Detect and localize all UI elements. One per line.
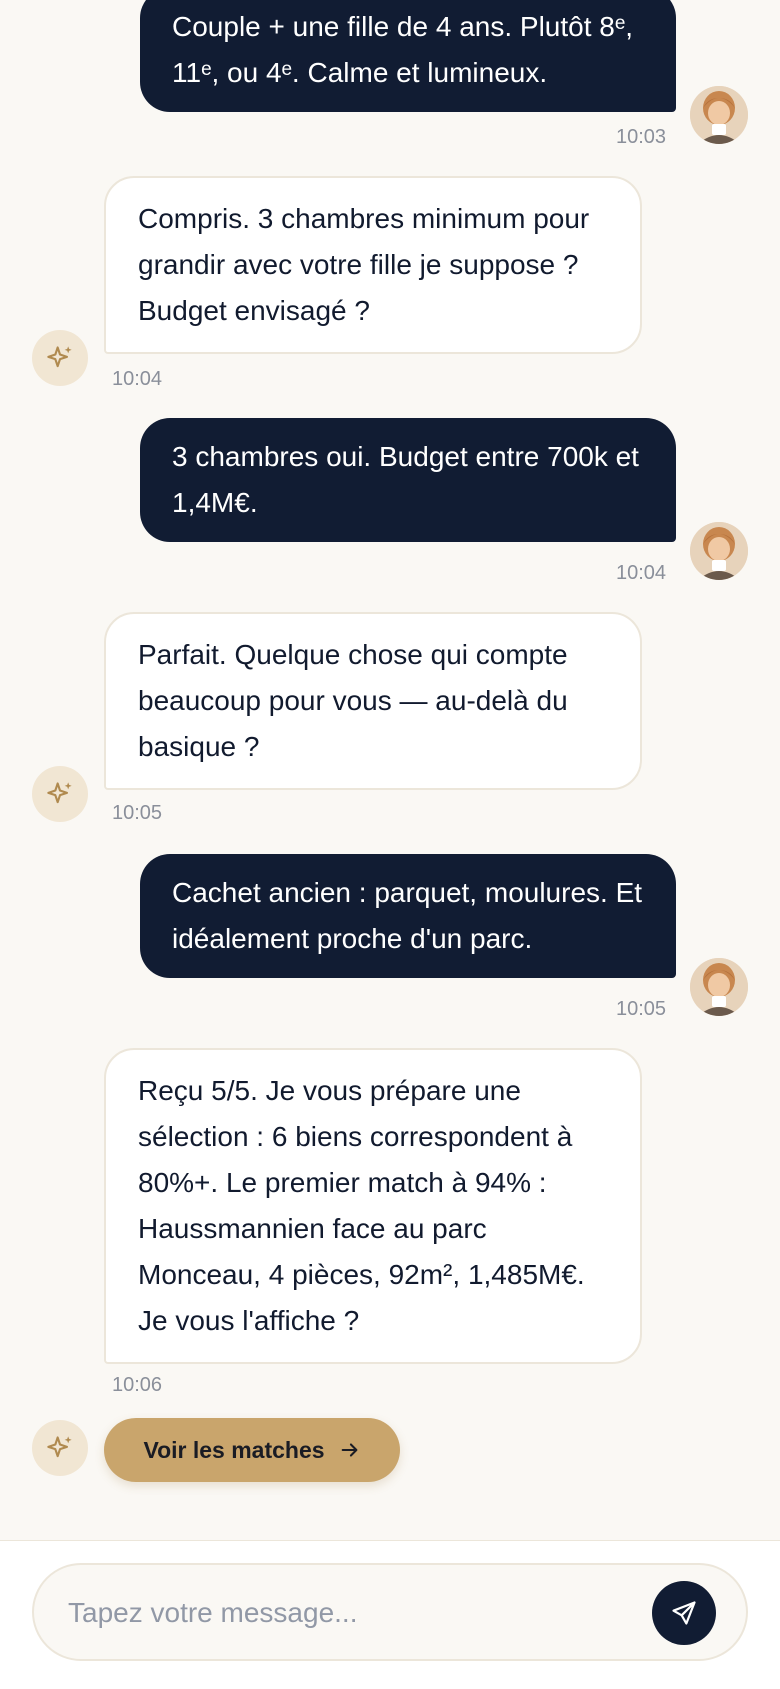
message-timestamp: 10:05	[616, 998, 667, 1020]
message-timestamp: 10:04	[616, 562, 667, 584]
assistant-avatar	[32, 1420, 88, 1476]
user-avatar	[690, 522, 748, 580]
message-timestamp: 10:03	[616, 126, 667, 148]
assistant-message-bubble: Parfait. Quelque chose qui compte beauco…	[104, 612, 642, 790]
message-text: Compris. 3 chambres minimum pour grandir…	[138, 203, 590, 326]
message-input[interactable]	[66, 1565, 650, 1661]
message-timestamp: 10:04	[112, 368, 163, 390]
message-timestamp: 10:05	[112, 802, 163, 824]
message-text: Reçu 5/5. Je vous prépare une sélection …	[138, 1075, 585, 1336]
send-icon	[672, 1601, 696, 1625]
composer-bar	[0, 1540, 780, 1689]
user-avatar	[690, 86, 748, 144]
view-matches-button[interactable]: Voir les matches	[104, 1418, 400, 1482]
user-message-bubble: Couple + une fille de 4 ans. Plutôt 8ᵉ, …	[140, 0, 676, 112]
user-message-bubble: 3 chambres oui. Budget entre 700k et 1,4…	[140, 418, 676, 542]
sparkle-icon	[47, 1436, 72, 1458]
sparkle-icon	[47, 782, 72, 804]
assistant-message-bubble: Compris. 3 chambres minimum pour grandir…	[104, 176, 642, 354]
send-button[interactable]	[652, 1581, 716, 1645]
assistant-message-bubble: Reçu 5/5. Je vous prépare une sélection …	[104, 1048, 642, 1364]
chat-thread[interactable]: Couple + une fille de 4 ans. Plutôt 8ᵉ, …	[0, 0, 780, 1540]
assistant-avatar	[32, 766, 88, 822]
arrow-right-icon	[341, 1443, 357, 1457]
user-avatar	[690, 958, 748, 1016]
composer	[32, 1563, 748, 1661]
message-text: 3 chambres oui. Budget entre 700k et 1,4…	[172, 441, 639, 518]
assistant-avatar	[32, 330, 88, 386]
message-text: Couple + une fille de 4 ans. Plutôt 8ᵉ, …	[172, 11, 634, 88]
message-text: Parfait. Quelque chose qui compte beauco…	[138, 639, 568, 762]
user-message-bubble: Cachet ancien : parquet, moulures. Et id…	[140, 854, 676, 978]
message-text: Cachet ancien : parquet, moulures. Et id…	[172, 877, 643, 954]
message-timestamp: 10:06	[112, 1374, 163, 1396]
view-matches-label: Voir les matches	[143, 1436, 325, 1463]
sparkle-icon	[47, 346, 72, 368]
